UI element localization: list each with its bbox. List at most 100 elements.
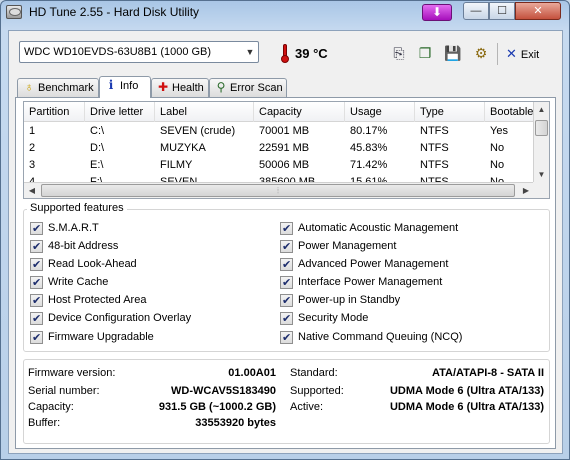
active-value: UDMA Mode 6 (Ultra ATA/133)	[389, 401, 544, 413]
scroll-right-arrow-icon[interactable]: ▶	[518, 183, 534, 198]
horizontal-scrollbar[interactable]: ◀ ⦙ ▶	[24, 182, 534, 198]
table-cell: E:\	[90, 159, 104, 171]
feature-label: Power-up in Standby	[298, 294, 401, 306]
column-header[interactable]: Drive letter	[85, 102, 155, 122]
tab-label: Info	[120, 80, 139, 92]
serial-label: Serial number:	[28, 385, 100, 397]
table-row[interactable]: 2 D:\ MUZYKA 22591 MB 45.83% NTFS No	[24, 140, 534, 157]
scroll-left-arrow-icon[interactable]: ◀	[24, 183, 40, 198]
checkbox-checked-icon[interactable]	[280, 275, 293, 291]
feature-checkbox[interactable]: Security Mode	[280, 310, 368, 327]
exit-button[interactable]: ✕ Exit	[506, 45, 546, 63]
tab-health[interactable]: ✚ Health	[151, 78, 209, 97]
group-title: Supported features	[27, 202, 127, 214]
drive-select[interactable]: WDC WD10EVDS-63U8B1 (1000 GB) ▼	[19, 41, 259, 63]
feature-checkbox[interactable]: Host Protected Area	[30, 292, 146, 309]
column-header[interactable]: Partition	[24, 102, 85, 122]
checkbox-checked-icon[interactable]	[280, 239, 293, 255]
table-cell: 80.17%	[350, 125, 388, 137]
feature-checkbox[interactable]: Automatic Acoustic Management	[280, 220, 458, 237]
scroll-corner	[533, 182, 549, 198]
checkbox-checked-icon[interactable]	[280, 330, 293, 346]
table-cell: MUZYKA	[160, 142, 206, 154]
feature-checkbox[interactable]: Write Cache	[30, 274, 109, 291]
options-icon[interactable]: ⚙	[471, 43, 491, 63]
feature-label: S.M.A.R.T	[48, 222, 99, 234]
feature-checkbox[interactable]: 48-bit Address	[30, 238, 119, 255]
column-header[interactable]: Capacity	[254, 102, 345, 122]
table-row[interactable]: 1 C:\ SEVEN (crude) 70001 MB 80.17% NTFS…	[24, 123, 534, 140]
feature-checkbox[interactable]: Interface Power Management	[280, 274, 442, 291]
table-cell: C:\	[90, 125, 105, 137]
capacity-value: 931.5 GB (~1000.2 GB)	[158, 401, 276, 413]
feature-label: Write Cache	[48, 276, 109, 288]
table-cell: 70001 MB	[259, 125, 310, 137]
feature-checkbox[interactable]: Advanced Power Management	[280, 256, 448, 273]
feature-checkbox[interactable]: Firmware Upgradable	[30, 329, 154, 346]
exit-label: Exit	[520, 49, 540, 61]
minimize-button[interactable]: —	[463, 2, 489, 20]
save-icon[interactable]: 💾	[443, 43, 463, 63]
checkbox-checked-icon[interactable]	[30, 275, 43, 291]
maximize-button[interactable]: ☐	[489, 2, 515, 20]
toolbar-divider	[497, 43, 498, 65]
feature-label: Native Command Queuing (NCQ)	[298, 331, 463, 343]
checkbox-checked-icon[interactable]	[30, 311, 43, 327]
close-button[interactable]: ✕	[515, 2, 561, 20]
tab-benchmark[interactable]: ♁ Benchmark	[17, 78, 99, 97]
thermometer-icon	[281, 44, 289, 63]
feature-checkbox[interactable]: Power Management	[280, 238, 396, 255]
checkbox-checked-icon[interactable]	[280, 221, 293, 237]
scroll-thumb[interactable]: ⦙	[41, 184, 515, 197]
table-row[interactable]: 3 E:\ FILMY 50006 MB 71.42% NTFS No	[24, 157, 534, 174]
main-client-area: WDC WD10EVDS-63U8B1 (1000 GB) ▼ 39 °C ⎘ …	[8, 30, 563, 454]
checkbox-checked-icon[interactable]	[30, 239, 43, 255]
supported-value: UDMA Mode 6 (Ultra ATA/133)	[389, 385, 544, 397]
buffer-value: 33553920 bytes	[195, 417, 276, 429]
exit-icon: ✕	[506, 46, 517, 61]
feature-checkbox[interactable]: Device Configuration Overlay	[30, 310, 191, 327]
info-icon: i	[108, 78, 114, 92]
table-cell: 2	[29, 142, 36, 154]
chevron-down-icon[interactable]: ▼	[242, 42, 258, 62]
serial-value: WD-WCAV5S183490	[171, 385, 276, 397]
feature-checkbox[interactable]: S.M.A.R.T	[30, 220, 99, 237]
feature-checkbox[interactable]: Native Command Queuing (NCQ)	[280, 329, 463, 346]
table-cell: 45.83%	[350, 142, 388, 154]
tab-info[interactable]: i Info	[99, 76, 151, 98]
checkbox-checked-icon[interactable]	[280, 311, 293, 327]
table-cell: NTFS	[420, 159, 449, 171]
checkbox-checked-icon[interactable]	[280, 293, 293, 309]
drive-select-value: WDC WD10EVDS-63U8B1 (1000 GB)	[24, 46, 212, 58]
standard-label: Standard:	[290, 367, 338, 379]
copy-icon[interactable]: ⎘	[389, 43, 409, 63]
column-header[interactable]: Type	[415, 102, 485, 122]
table-cell: SEVEN (crude)	[160, 125, 236, 137]
drive-details-group: Firmware version: 01.00A01 Serial number…	[23, 359, 550, 444]
copy-all-icon[interactable]: ❐	[415, 43, 435, 63]
table-cell: D:\	[90, 142, 105, 154]
table-header: Partition Drive letter Label Capacity Us…	[24, 102, 545, 122]
scroll-up-arrow-icon[interactable]: ▲	[534, 102, 549, 118]
feature-label: 48-bit Address	[48, 240, 119, 252]
tab-error-scan[interactable]: ⚲ Error Scan	[209, 78, 287, 97]
vertical-scrollbar[interactable]: ▲ ▼	[533, 102, 549, 183]
tab-label: Health	[172, 82, 204, 94]
column-header[interactable]: Label	[155, 102, 254, 122]
scroll-down-arrow-icon[interactable]: ▼	[534, 167, 549, 183]
feature-checkbox[interactable]: Read Look-Ahead	[30, 256, 137, 273]
standard-value: ATA/ATAPI-8 - SATA II	[431, 367, 544, 379]
app-window: HD Tune 2.55 - Hard Disk Utility ⬇ — ☐ ✕…	[0, 0, 570, 460]
supported-label: Supported:	[290, 385, 344, 397]
download-tray-button[interactable]: ⬇	[422, 4, 452, 21]
column-header[interactable]: Usage	[345, 102, 415, 122]
feature-checkbox[interactable]: Power-up in Standby	[280, 292, 401, 309]
checkbox-checked-icon[interactable]	[280, 257, 293, 273]
checkbox-checked-icon[interactable]	[30, 257, 43, 273]
checkbox-checked-icon[interactable]	[30, 221, 43, 237]
health-icon: ✚	[157, 80, 169, 94]
title-bar[interactable]: HD Tune 2.55 - Hard Disk Utility ⬇ — ☐ ✕	[1, 1, 569, 25]
checkbox-checked-icon[interactable]	[30, 293, 43, 309]
checkbox-checked-icon[interactable]	[30, 330, 43, 346]
scroll-thumb[interactable]	[535, 120, 548, 136]
